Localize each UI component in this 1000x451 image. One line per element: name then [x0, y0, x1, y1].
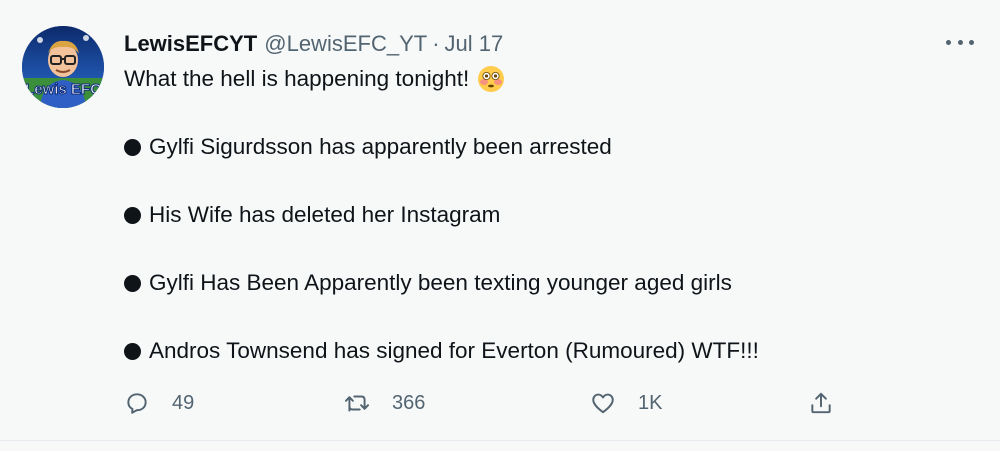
avatar[interactable]: Lewis EFC	[22, 26, 104, 108]
tweet-text: What the hell is happening tonight! Gylf…	[124, 62, 964, 368]
reply-button[interactable]: 49	[124, 386, 194, 420]
tweet-card[interactable]: Lewis EFC LewisEFCYT @LewisEFC_YT · Jul …	[0, 0, 1000, 441]
more-options-icon[interactable]	[946, 30, 974, 54]
display-name[interactable]: LewisEFCYT	[124, 31, 257, 57]
retweet-button[interactable]: 366	[344, 386, 425, 420]
retweet-icon	[344, 395, 370, 412]
bullet-text: Gylfi Sigurdsson has apparently been arr…	[149, 134, 612, 159]
heart-icon	[592, 393, 614, 414]
tweet-header: LewisEFCYT @LewisEFC_YT · Jul 17	[124, 30, 503, 58]
flushed-face-emoji-icon	[478, 66, 505, 92]
bullet-icon	[124, 138, 141, 156]
reply-icon	[127, 393, 147, 414]
tweet-actions: 49 366 1K	[124, 386, 844, 420]
separator-dot: ·	[432, 31, 440, 56]
like-count: 1K	[638, 391, 663, 414]
bullet-text: His Wife has deleted her Instagram	[149, 202, 501, 227]
avatar-label: Lewis EFC	[25, 81, 101, 98]
tweet-headline: What the hell is happening tonight!	[124, 62, 964, 96]
retweet-count: 366	[392, 391, 426, 414]
bullet-item: Gylfi Sigurdsson has apparently been arr…	[124, 130, 964, 164]
share-button[interactable]	[808, 386, 834, 420]
bullet-icon	[124, 206, 141, 224]
headline-text: What the hell is happening tonight!	[124, 66, 470, 91]
reply-count: 49	[172, 391, 195, 414]
bullet-item: His Wife has deleted her Instagram	[124, 198, 964, 232]
bullet-icon	[124, 274, 141, 292]
like-button[interactable]: 1K	[590, 386, 662, 420]
bullet-text: Gylfi Has Been Apparently been texting y…	[149, 270, 732, 295]
bullet-item: Andros Townsend has signed for Everton (…	[124, 334, 964, 368]
bullet-icon	[124, 342, 141, 360]
bullet-item: Gylfi Has Been Apparently been texting y…	[124, 266, 964, 300]
tweet-date[interactable]: Jul 17	[445, 31, 504, 57]
bullet-text: Andros Townsend has signed for Everton (…	[149, 338, 759, 363]
avatar-image: Lewis EFC	[22, 26, 104, 108]
user-handle[interactable]: @LewisEFC_YT	[264, 31, 427, 57]
share-icon	[811, 392, 831, 414]
